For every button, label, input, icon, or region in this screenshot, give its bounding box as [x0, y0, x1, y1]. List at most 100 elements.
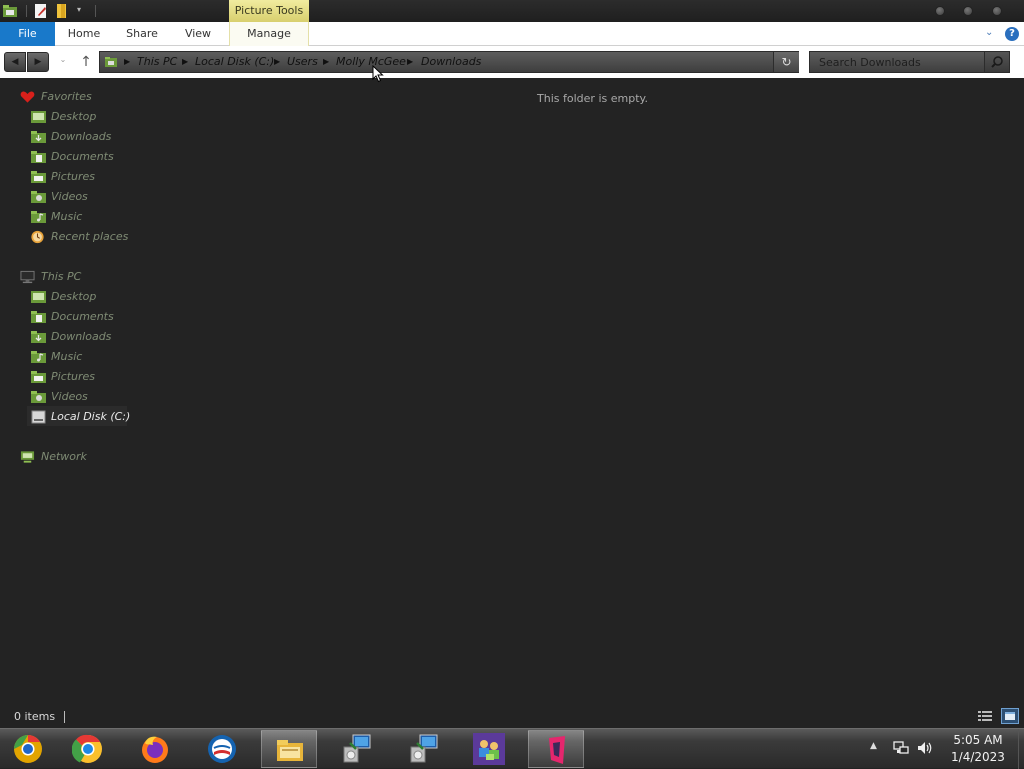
- heart-icon: [20, 91, 35, 103]
- search-input[interactable]: [810, 52, 984, 72]
- tab-share[interactable]: Share: [118, 22, 166, 46]
- new-folder-icon[interactable]: [55, 3, 71, 19]
- nav-pc-pictures[interactable]: Pictures: [0, 367, 260, 387]
- search-icon: [991, 56, 1003, 68]
- show-desktop-button[interactable]: [1018, 729, 1024, 769]
- nav-fav-documents-label: Documents: [51, 150, 114, 163]
- forward-button[interactable]: ▶: [27, 52, 49, 72]
- campaign-o-icon: [208, 735, 236, 763]
- nav-pc-videos[interactable]: Videos: [0, 387, 260, 407]
- nav-pc-music[interactable]: Music: [0, 347, 260, 367]
- taskbar-chrome-canary[interactable]: [0, 730, 56, 768]
- close-button[interactable]: [992, 6, 1002, 16]
- taskbar-file-explorer[interactable]: [261, 730, 317, 768]
- address-toolbar: ◀ ▶ ⌄ ↑ ▶ This PC ▶ Local Disk (C:) ▶ Us…: [0, 46, 1024, 78]
- nav-fav-recent-places-label: Recent places: [51, 230, 129, 243]
- nav-favorites-label: Favorites: [41, 90, 92, 103]
- network-icon: [20, 451, 35, 463]
- nav-fav-downloads[interactable]: Downloads: [0, 127, 260, 147]
- taskbar-users-app[interactable]: [461, 730, 517, 768]
- nav-network-label: Network: [41, 450, 87, 463]
- breadcrumb-users[interactable]: Users: [287, 52, 318, 72]
- file-explorer-icon: [277, 740, 303, 761]
- tab-file[interactable]: File: [0, 22, 55, 46]
- clock-time[interactable]: 5:05 AM: [942, 733, 1014, 747]
- tab-manage[interactable]: Manage: [229, 22, 309, 46]
- clock-date[interactable]: 1/4/2023: [942, 750, 1014, 764]
- firefox-icon: [142, 736, 168, 763]
- nav-network[interactable]: Network: [0, 447, 260, 467]
- expand-ribbon-chevron-icon[interactable]: ⌄: [985, 27, 997, 39]
- nav-fav-pictures[interactable]: Pictures: [0, 167, 260, 187]
- nav-pc-downloads[interactable]: Downloads: [0, 327, 260, 347]
- back-button[interactable]: ◀: [4, 52, 26, 72]
- folder-icon: [105, 57, 117, 67]
- taskbar-firefox[interactable]: [127, 730, 183, 768]
- empty-folder-message: This folder is empty.: [537, 92, 648, 105]
- show-hidden-icons-chevron-icon[interactable]: ▲: [870, 741, 877, 751]
- nav-pc-local-disk-label: Local Disk (C:): [51, 410, 131, 423]
- nav-fav-desktop[interactable]: Desktop: [0, 107, 260, 127]
- customize-quick-access-chevron-icon[interactable]: ▾: [77, 5, 81, 14]
- refresh-button[interactable]: ↻: [773, 52, 799, 72]
- nav-this-pc[interactable]: This PC: [0, 267, 260, 287]
- quick-access-separator: [95, 5, 96, 17]
- music-folder-icon: [31, 351, 46, 363]
- folder-properties-icon[interactable]: [2, 3, 18, 19]
- taskbar-remote-setup[interactable]: [328, 730, 384, 768]
- pictures-folder-icon: [31, 171, 46, 183]
- breadcrumb-separator-icon[interactable]: ▶: [407, 52, 413, 72]
- breadcrumb-downloads[interactable]: Downloads: [421, 52, 481, 72]
- status-separator: [64, 711, 65, 723]
- address-bar[interactable]: ▶ This PC ▶ Local Disk (C:) ▶ Users ▶ Mo…: [99, 51, 799, 73]
- nav-fav-recent-places[interactable]: Recent places: [0, 227, 260, 247]
- nav-fav-music[interactable]: Music: [0, 207, 260, 227]
- nav-pc-desktop[interactable]: Desktop: [0, 287, 260, 307]
- tab-home[interactable]: Home: [62, 22, 106, 46]
- properties-icon[interactable]: [33, 3, 49, 19]
- breadcrumb-separator-icon[interactable]: ▶: [274, 52, 280, 72]
- downloads-folder-icon: [31, 131, 46, 143]
- nav-pc-local-disk[interactable]: Local Disk (C:): [0, 407, 260, 427]
- taskbar-remote-setup-2[interactable]: [395, 730, 451, 768]
- volume-icon[interactable]: [917, 741, 933, 755]
- taskbar-pink-app[interactable]: [528, 730, 584, 768]
- chrome-canary-icon: [14, 735, 42, 763]
- details-view-icon[interactable]: [978, 710, 992, 722]
- search-button[interactable]: [984, 52, 1009, 72]
- nav-pc-videos-label: Videos: [51, 390, 88, 403]
- title-bar: ▾ Picture Tools: [0, 0, 1024, 22]
- nav-pc-documents[interactable]: Documents: [0, 307, 260, 327]
- nav-fav-pictures-label: Pictures: [51, 170, 96, 183]
- nav-fav-documents[interactable]: Documents: [0, 147, 260, 167]
- network-tray-icon[interactable]: [893, 741, 909, 755]
- chrome-icon: [72, 734, 102, 763]
- breadcrumb-this-pc[interactable]: This PC: [137, 52, 177, 72]
- minimize-button[interactable]: [935, 6, 945, 16]
- search-box: [809, 51, 1010, 73]
- taskbar-chrome[interactable]: [60, 730, 116, 768]
- up-one-level-button[interactable]: ↑: [78, 52, 94, 72]
- taskbar-campaign-app[interactable]: [194, 730, 250, 768]
- videos-folder-icon: [31, 391, 46, 403]
- picture-tools-contextual-label: Picture Tools: [229, 0, 309, 22]
- maximize-button[interactable]: [963, 6, 973, 16]
- tab-view[interactable]: View: [178, 22, 218, 46]
- breadcrumb-molly-mcgee[interactable]: Molly McGee: [336, 52, 406, 72]
- remote-setup-icon: [343, 734, 371, 763]
- nav-favorites[interactable]: Favorites: [0, 87, 260, 107]
- hard-drive-icon: [31, 410, 46, 424]
- breadcrumb-separator-icon[interactable]: ▶: [323, 52, 329, 72]
- large-icons-view-icon[interactable]: [1001, 708, 1019, 724]
- nav-pc-music-label: Music: [51, 350, 83, 363]
- breadcrumb-local-disk[interactable]: Local Disk (C:): [195, 52, 274, 72]
- nav-fav-videos[interactable]: Videos: [0, 187, 260, 207]
- breadcrumb-separator-icon[interactable]: ▶: [182, 52, 188, 72]
- nav-pc-pictures-label: Pictures: [51, 370, 96, 383]
- nav-fav-desktop-label: Desktop: [51, 110, 97, 123]
- breadcrumb-separator-icon[interactable]: ▶: [124, 52, 130, 72]
- help-icon[interactable]: ?: [1005, 27, 1019, 41]
- recent-locations-dropdown-icon[interactable]: ⌄: [56, 55, 70, 69]
- recent-places-clock-icon: [31, 230, 44, 244]
- nav-pc-downloads-label: Downloads: [51, 330, 112, 343]
